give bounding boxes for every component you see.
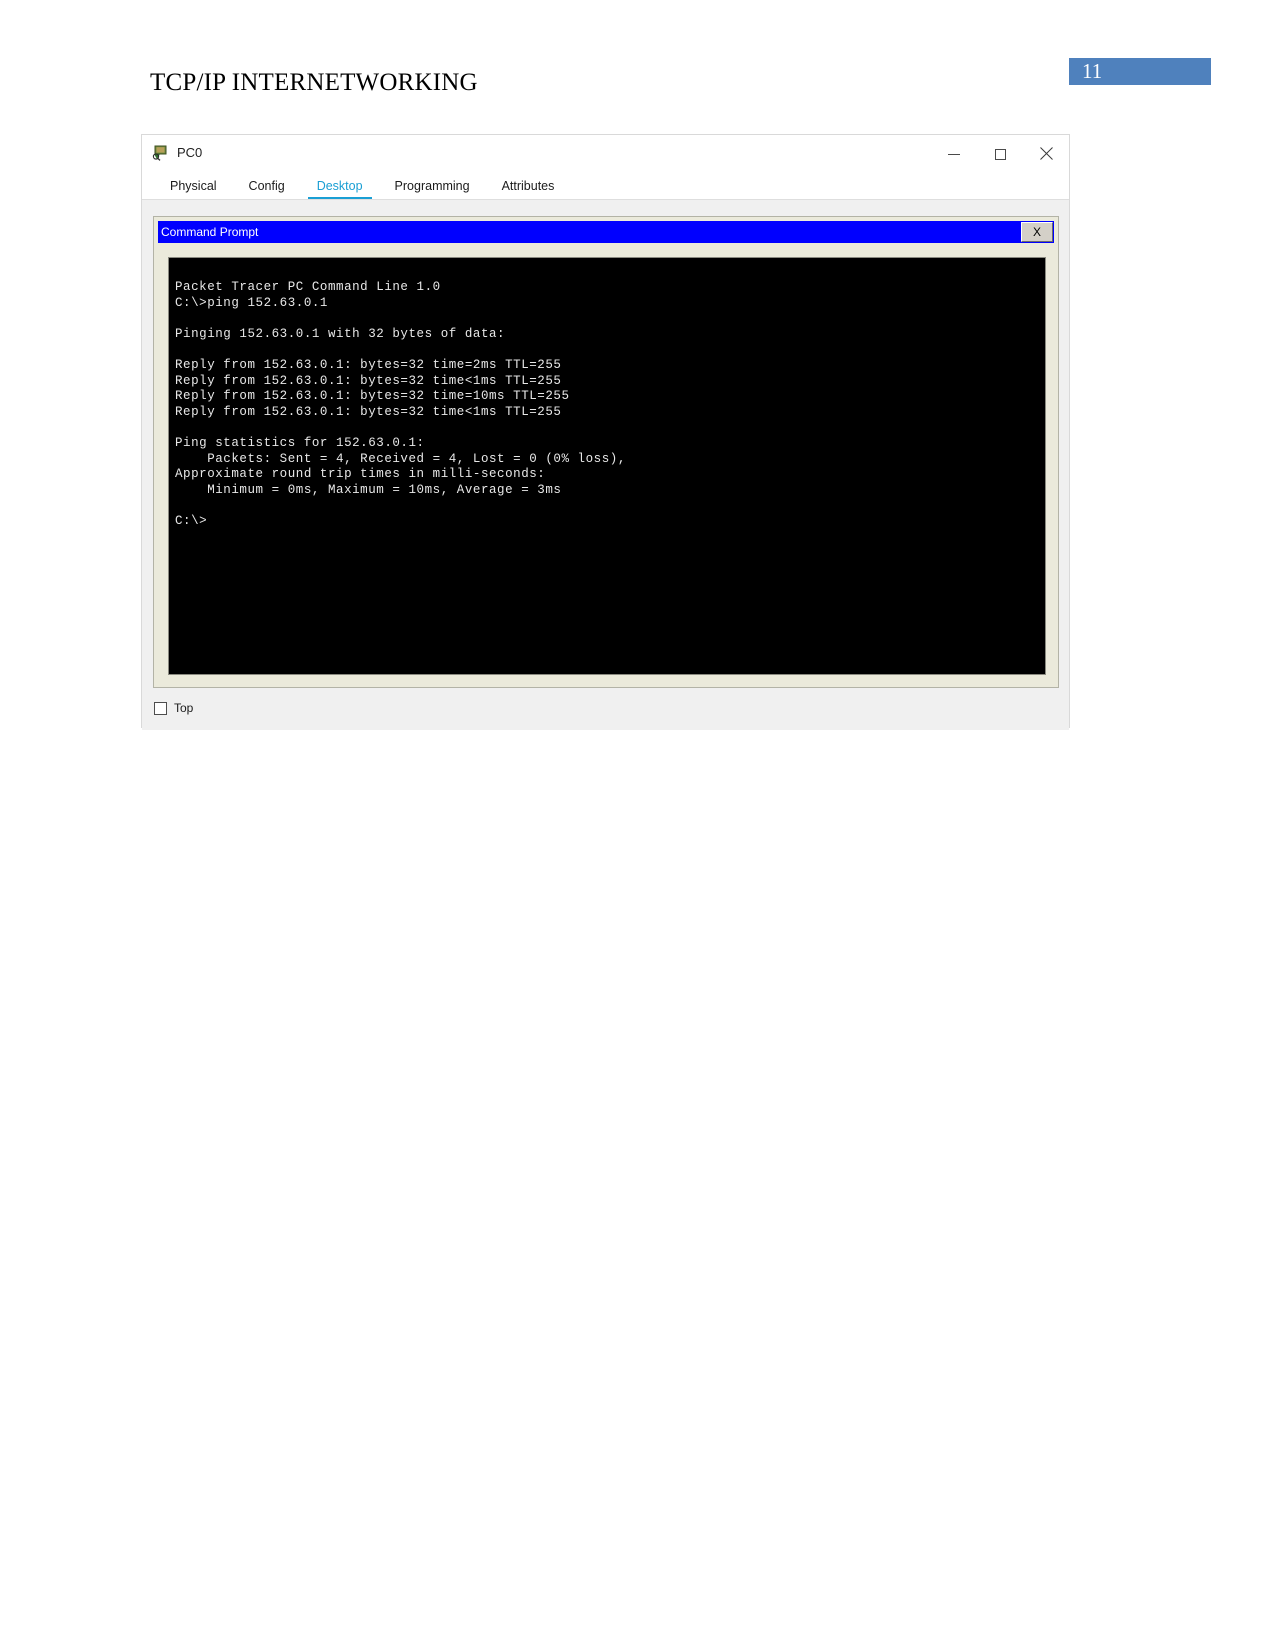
device-tab-bar: Physical Config Desktop Programming Attr…	[142, 173, 1069, 200]
top-checkbox-label: Top	[174, 701, 194, 715]
minimize-icon	[948, 153, 960, 155]
terminal-output[interactable]: Packet Tracer PC Command Line 1.0 C:\>pi…	[169, 258, 1045, 530]
top-checkbox-group[interactable]: Top	[154, 701, 193, 715]
tab-desktop[interactable]: Desktop	[301, 179, 379, 199]
tab-physical[interactable]: Physical	[154, 179, 233, 199]
command-prompt-window: Command Prompt X Packet Tracer PC Comman…	[153, 216, 1059, 688]
command-prompt-title: Command Prompt	[161, 225, 259, 239]
terminal-viewport[interactable]: Packet Tracer PC Command Line 1.0 C:\>pi…	[168, 257, 1046, 675]
tab-config[interactable]: Config	[233, 179, 301, 199]
window-titlebar: PC0	[142, 135, 1069, 173]
maximize-button[interactable]	[977, 135, 1023, 173]
window-title-group: PC0	[152, 144, 202, 161]
tab-programming[interactable]: Programming	[379, 179, 486, 199]
top-checkbox[interactable]	[154, 701, 167, 715]
command-prompt-titlebar[interactable]: Command Prompt X	[158, 221, 1054, 243]
close-icon	[1039, 147, 1053, 161]
command-prompt-close-button[interactable]: X	[1021, 222, 1053, 242]
minimize-button[interactable]	[931, 135, 977, 173]
page-number-badge: 11	[1069, 58, 1211, 85]
window-title-text: PC0	[177, 145, 203, 160]
page-title: TCP/IP INTERNETWORKING	[150, 69, 478, 96]
tab-attributes[interactable]: Attributes	[486, 179, 571, 199]
window-controls	[931, 135, 1069, 173]
close-button[interactable]	[1023, 135, 1069, 173]
packet-tracer-pc-icon	[152, 144, 169, 161]
maximize-icon	[994, 148, 1006, 160]
